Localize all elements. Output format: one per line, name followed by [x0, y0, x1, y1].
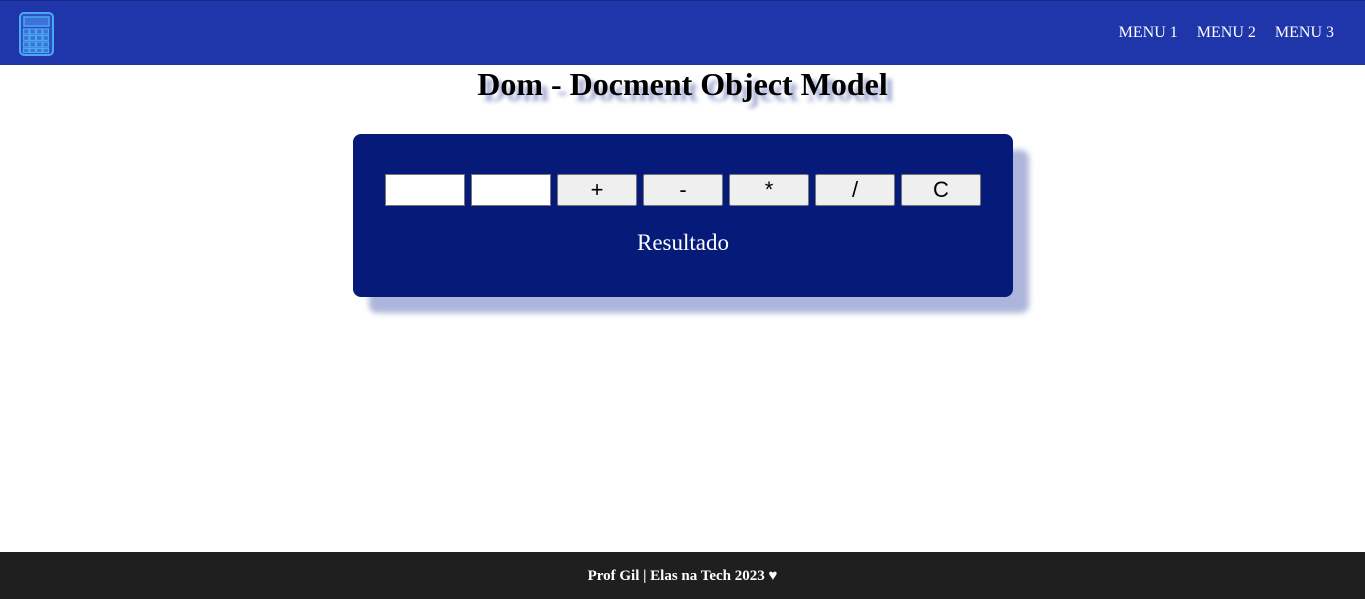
nav-menu-3[interactable]: MENU 3 [1275, 23, 1334, 43]
footer-credits: Prof Gil | Elas na Tech 2023 ♥ [587, 568, 778, 584]
first-number-input[interactable] [385, 174, 465, 206]
result-label: Resultado [637, 230, 729, 255]
top-navbar: MENU 1 MENU 2 MENU 3 [0, 0, 1365, 65]
nav-menu-2[interactable]: MENU 2 [1197, 23, 1256, 43]
second-number-input[interactable] [471, 174, 551, 206]
calculator-panel: + - * / C Resultado [353, 134, 1013, 297]
subtract-button[interactable]: - [643, 174, 723, 206]
clear-button[interactable]: C [901, 174, 981, 206]
main-nav: MENU 1 MENU 2 MENU 3 [1119, 23, 1334, 43]
add-button[interactable]: + [557, 174, 637, 206]
nav-menu-1[interactable]: MENU 1 [1119, 23, 1178, 43]
multiply-button[interactable]: * [729, 174, 809, 206]
calculator-icon[interactable] [19, 12, 54, 56]
page-footer: Prof Gil | Elas na Tech 2023 ♥ [0, 552, 1365, 599]
page-title: Dom - Docment Object Model [477, 66, 888, 102]
divide-button[interactable]: / [815, 174, 895, 206]
